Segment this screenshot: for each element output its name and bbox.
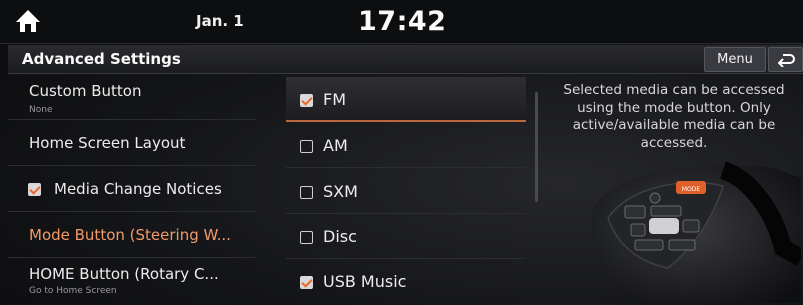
- menu-item-label: HOME Button (Rotary C...: [29, 265, 219, 283]
- mode-key-label: MODE: [682, 186, 701, 193]
- clock-display: 17:42: [358, 6, 447, 37]
- menu-item-mode-button[interactable]: Mode Button (Steering W...: [8, 213, 256, 258]
- title-bar: Advanced Settings Menu: [8, 45, 803, 74]
- help-description: Selected media can be accessed using the…: [563, 82, 785, 151]
- settings-menu: Custom Button None Home Screen Layout Me…: [8, 75, 263, 305]
- back-arrow-icon: [778, 54, 795, 67]
- back-button[interactable]: [768, 47, 803, 72]
- media-option-label: Disc: [323, 227, 357, 246]
- menu-item-label: Mode Button (Steering W...: [29, 226, 231, 244]
- menu-item-value: None: [29, 105, 53, 115]
- menu-item-media-change-notices[interactable]: Media Change Notices: [8, 167, 256, 212]
- usb-music-checkbox[interactable]: [300, 276, 313, 289]
- media-option-sxm[interactable]: SXM: [286, 169, 526, 214]
- media-option-disc[interactable]: Disc: [286, 214, 526, 259]
- media-option-label: SXM: [323, 182, 358, 201]
- fm-checkbox[interactable]: [300, 94, 313, 107]
- media-options-list: FM AM SXM Disc USB Music: [286, 75, 528, 305]
- menu-item-label: Custom Button: [29, 82, 142, 100]
- page-title: Advanced Settings: [22, 50, 181, 68]
- date-display: Jan. 1: [196, 12, 244, 30]
- media-option-usb-music[interactable]: USB Music: [286, 259, 526, 304]
- menu-item-home-screen-layout[interactable]: Home Screen Layout: [8, 121, 256, 166]
- scrollbar[interactable]: [535, 92, 538, 202]
- status-bar: Jan. 1 17:42: [0, 0, 803, 44]
- media-change-notices-checkbox[interactable]: [28, 183, 41, 196]
- am-checkbox[interactable]: [300, 140, 313, 153]
- sxm-checkbox[interactable]: [300, 186, 313, 199]
- media-option-label: FM: [323, 90, 347, 109]
- media-option-fm[interactable]: FM: [286, 77, 526, 122]
- steering-wheel-illustration: MODE: [590, 161, 801, 303]
- menu-item-custom-button[interactable]: Custom Button None: [8, 75, 256, 120]
- media-option-label: AM: [323, 136, 348, 155]
- media-option-label: USB Music: [323, 272, 407, 291]
- menu-item-home-button[interactable]: HOME Button (Rotary C... Go to Home Scre…: [8, 259, 256, 304]
- infotainment-screen: Jan. 1 17:42 Advanced Settings Menu Cust…: [0, 0, 803, 305]
- media-option-am[interactable]: AM: [286, 123, 526, 168]
- menu-item-label: Home Screen Layout: [29, 134, 186, 152]
- menu-item-value: Go to Home Screen: [29, 286, 117, 296]
- menu-button[interactable]: Menu: [704, 47, 766, 72]
- disc-checkbox[interactable]: [300, 231, 313, 244]
- home-icon: [16, 10, 40, 32]
- home-button[interactable]: [15, 9, 41, 33]
- menu-item-label: Media Change Notices: [54, 180, 222, 198]
